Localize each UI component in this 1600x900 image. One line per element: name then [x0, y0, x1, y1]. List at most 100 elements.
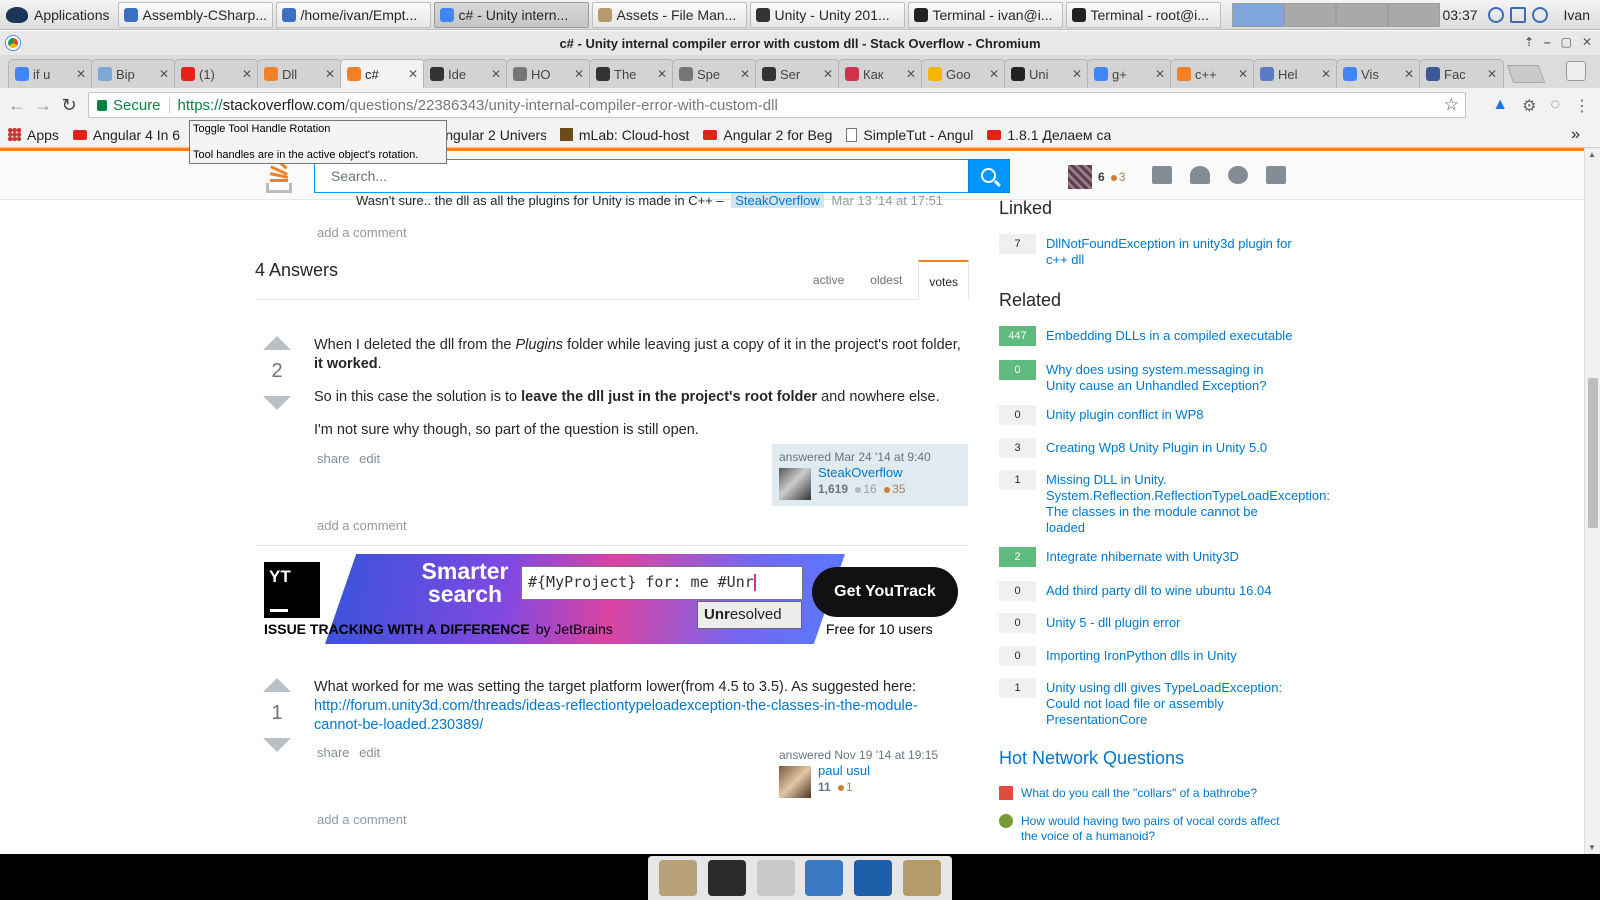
question-link[interactable]: Integrate nhibernate with Unity3D: [1046, 549, 1296, 565]
extension-icon[interactable]: ▲: [1492, 96, 1508, 116]
shield-icon[interactable]: [1487, 6, 1504, 23]
browser-tab[interactable]: Dll ✕: [257, 59, 342, 88]
close-tab-icon[interactable]: ✕: [159, 67, 169, 81]
achievements-icon[interactable]: [1190, 166, 1210, 184]
bookmark-item[interactable]: Angular 2 for Beg: [703, 127, 832, 143]
extension-icon[interactable]: ⚙: [1522, 96, 1536, 116]
user-link[interactable]: paul usul: [818, 763, 870, 778]
taskbar-window-button[interactable]: Terminal - ivan@i...: [907, 1, 1063, 28]
close-tab-icon[interactable]: ✕: [823, 67, 833, 81]
close-tab-icon[interactable]: ✕: [76, 67, 86, 81]
forward-icon[interactable]: →: [30, 95, 56, 116]
scroll-thumb[interactable]: [1588, 378, 1598, 528]
question-link[interactable]: Unity using dll gives TypeLoadException:…: [1046, 680, 1296, 728]
folder-icon[interactable]: [902, 860, 941, 896]
profile-button[interactable]: [1566, 61, 1586, 81]
browser-tab[interactable]: Goo ✕: [921, 59, 1006, 88]
browser-tab[interactable]: Uni ✕: [1004, 59, 1089, 88]
close-tab-icon[interactable]: ✕: [989, 67, 999, 81]
search-input[interactable]: Search...: [314, 159, 970, 193]
forum-link[interactable]: http://forum.unity3d.com/threads/ideas-r…: [314, 698, 918, 733]
browser-tab[interactable]: Fac ✕: [1419, 59, 1504, 88]
app-finder-icon[interactable]: [853, 860, 892, 896]
browser-tab[interactable]: Vis ✕: [1336, 59, 1421, 88]
taskbar-window-button[interactable]: c# - Unity intern...: [433, 1, 589, 28]
question-link[interactable]: Importing IronPython dlls in Unity: [1046, 648, 1296, 664]
bookmark-star-icon[interactable]: ☆: [1444, 95, 1459, 115]
close-tab-icon[interactable]: ✕: [1072, 67, 1082, 81]
share-link[interactable]: share: [317, 745, 350, 760]
get-youtrack-button[interactable]: Get YouTrack: [812, 567, 958, 617]
workspace-switcher[interactable]: [1231, 2, 1440, 27]
browser-tab[interactable]: The ✕: [589, 59, 674, 88]
hnq-title[interactable]: How would having two pairs of vocal cord…: [1021, 814, 1291, 844]
browser-tab[interactable]: (1) ✕: [174, 59, 259, 88]
browser-tab[interactable]: c# ✕: [340, 59, 425, 88]
clock[interactable]: 03:37: [1442, 7, 1477, 23]
tab-active[interactable]: active: [803, 260, 854, 301]
browser-tab[interactable]: Spe ✕: [672, 59, 757, 88]
downvote-icon[interactable]: [263, 396, 291, 410]
address-bar[interactable]: Secure https://stackoverflow.com/questio…: [88, 92, 1466, 118]
share-link[interactable]: share: [317, 451, 350, 466]
applications-menu[interactable]: Applications: [0, 0, 118, 30]
tab-votes[interactable]: votes: [918, 260, 969, 301]
advertisement[interactable]: YT Smarter search #{MyProject} for: me #…: [255, 554, 969, 644]
site-switcher-icon[interactable]: [1266, 166, 1286, 184]
question-link[interactable]: Missing DLL in Unity. System.Reflection.…: [1046, 472, 1330, 536]
maximize-icon[interactable]: ▢: [1561, 35, 1572, 49]
bookmark-item[interactable]: 1.8.1 Делаем са: [987, 127, 1111, 143]
edit-link[interactable]: edit: [359, 745, 380, 760]
stackoverflow-logo-icon[interactable]: [266, 159, 294, 193]
file-manager-icon[interactable]: [756, 860, 795, 896]
close-tab-icon[interactable]: ✕: [325, 67, 335, 81]
apps-shortcut[interactable]: Apps: [8, 127, 59, 143]
browser-tab[interactable]: c++ ✕: [1170, 59, 1255, 88]
close-icon[interactable]: ✕: [1582, 35, 1592, 49]
browser-tab[interactable]: g+ ✕: [1087, 59, 1172, 88]
page-scrollbar[interactable]: ▲ ▼: [1584, 148, 1600, 854]
browser-tab[interactable]: Hel ✕: [1253, 59, 1338, 88]
bookmark-item[interactable]: Angular 4 In 6: [72, 127, 180, 143]
workspace-1[interactable]: [1231, 2, 1284, 27]
browser-tab[interactable]: Ide ✕: [423, 59, 508, 88]
close-tab-icon[interactable]: ✕: [657, 67, 667, 81]
home-folder-icon[interactable]: [659, 860, 698, 896]
upvote-icon[interactable]: [263, 336, 291, 350]
workspace-2[interactable]: [1283, 2, 1336, 27]
workspace-3[interactable]: [1335, 2, 1388, 27]
tab-oldest[interactable]: oldest: [860, 260, 912, 301]
question-link[interactable]: Creating Wp8 Unity Plugin in Unity 5.0: [1046, 440, 1296, 456]
hnq-title[interactable]: What do you call the "collars" of a bath…: [1021, 786, 1291, 801]
web-browser-icon[interactable]: [805, 860, 844, 896]
add-comment-link[interactable]: add a comment: [317, 225, 407, 240]
close-tab-icon[interactable]: ✕: [1321, 67, 1331, 81]
user-name[interactable]: Ivan: [1564, 7, 1590, 23]
minimize-icon[interactable]: –: [1544, 35, 1551, 49]
taskbar-window-button[interactable]: Assembly-CSharp...: [117, 1, 273, 28]
scroll-down-icon[interactable]: ▼: [1588, 843, 1596, 852]
close-tab-icon[interactable]: ✕: [491, 67, 501, 81]
close-tab-icon[interactable]: ✕: [740, 67, 750, 81]
search-button[interactable]: [968, 159, 1010, 193]
bookmark-item[interactable]: mLab: Cloud-host: [559, 127, 689, 143]
help-icon[interactable]: [1228, 166, 1248, 184]
question-link[interactable]: Why does using system.messaging in Unity…: [1046, 362, 1296, 394]
taskbar-window-button[interactable]: /home/ivan/Empt...: [275, 1, 431, 28]
bookmark-item[interactable]: SimpleTut - Angul: [846, 127, 973, 143]
comment-user-link[interactable]: SteakOverflow: [731, 193, 824, 208]
terminal-icon[interactable]: [707, 860, 746, 896]
question-link[interactable]: Unity 5 - dll plugin error: [1046, 615, 1296, 631]
close-tab-icon[interactable]: ✕: [1238, 67, 1248, 81]
hnq-heading[interactable]: Hot Network Questions: [999, 748, 1184, 769]
user-link[interactable]: SteakOverflow: [818, 465, 903, 480]
edit-link[interactable]: edit: [359, 451, 380, 466]
taskbar-window-button[interactable]: Unity - Unity 201...: [749, 1, 905, 28]
question-link[interactable]: DllNotFoundException in unity3d plugin f…: [1046, 236, 1296, 268]
notification-icon[interactable]: [1531, 6, 1548, 23]
extension-icon[interactable]: ◌: [1550, 96, 1560, 116]
close-tab-icon[interactable]: ✕: [1487, 67, 1497, 81]
more-bookmarks-button[interactable]: »: [1571, 126, 1580, 144]
workspace-4[interactable]: [1387, 2, 1440, 27]
avatar[interactable]: [779, 766, 811, 798]
